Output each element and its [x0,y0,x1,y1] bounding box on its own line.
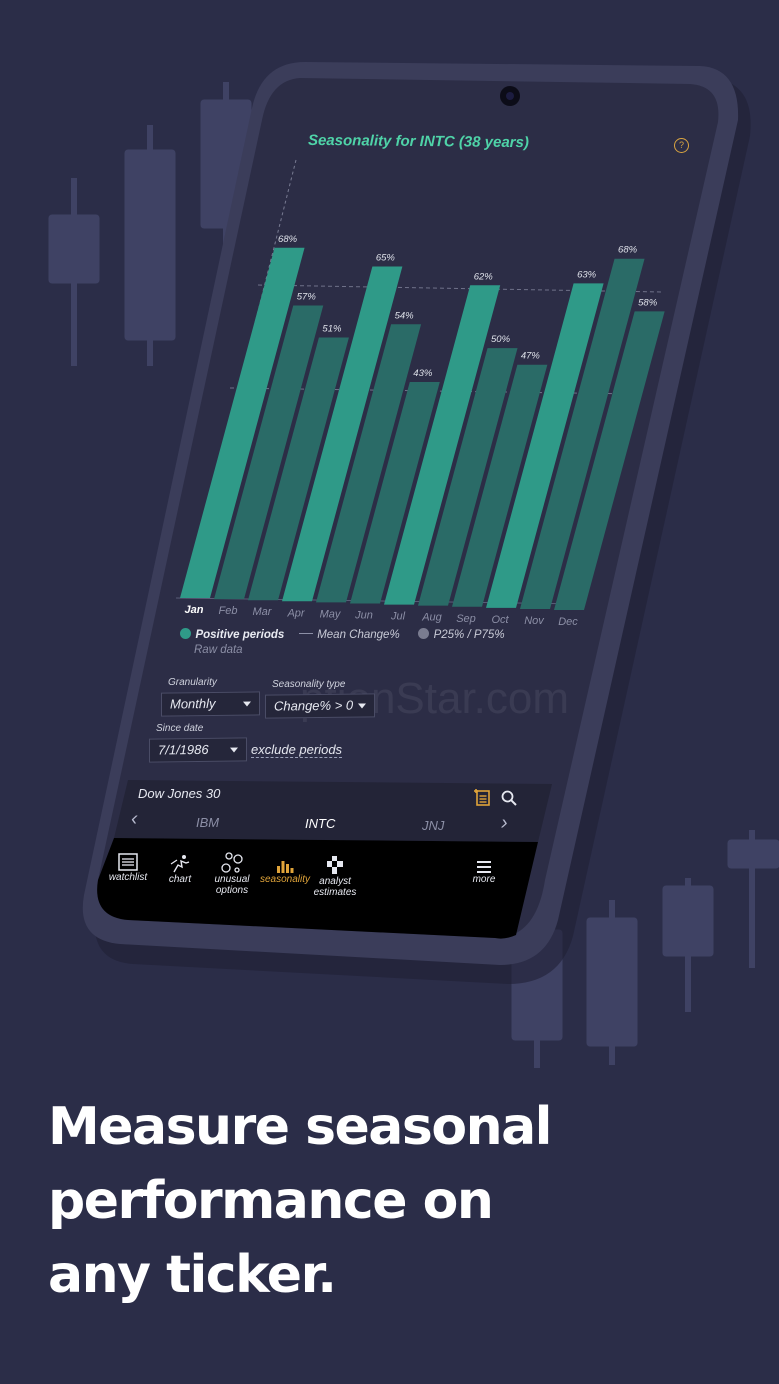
hamburger-icon [475,860,493,874]
list-icon [117,852,139,872]
nav-label: watchlist [108,872,148,883]
nav-analyst-estimates[interactable]: analyst estimates [309,854,361,898]
next-ticker-button[interactable]: › [501,812,508,835]
watchlist-name[interactable]: Dow Jones 30 [138,786,220,801]
chart-runner-icon [168,854,192,874]
bar-chart-icon [274,856,296,874]
nav-label: more [472,874,496,885]
nav-label: seasonality [259,874,311,885]
nav-watchlist[interactable]: watchlist [104,852,152,883]
bubbles-icon [220,852,244,874]
prev-ticker-button[interactable]: ‹ [131,808,138,831]
nav-seasonality[interactable]: seasonality [257,856,313,885]
headline-line-2: performance on [48,1171,494,1231]
checker-flag-icon [324,854,346,876]
headline-line-3: any ticker. [48,1245,337,1305]
watchlist-bar-bg [97,780,552,939]
nav-label: unusual options [214,874,250,896]
marketing-headline: Measure seasonal performance on any tick… [48,1090,748,1312]
nav-unusual-options[interactable]: unusual options [206,852,258,896]
headline-line-1: Measure seasonal [48,1097,553,1157]
nav-label: analyst estimates [313,876,357,898]
nav-label: chart [168,874,192,885]
search-icon[interactable] [501,790,517,806]
nav-chart[interactable]: chart [160,854,200,885]
nav-more[interactable]: more [466,860,502,885]
ticker-ibm[interactable]: IBM [196,815,219,830]
ticker-jnj[interactable]: JNJ [422,818,444,833]
add-to-list-icon[interactable] [473,788,491,806]
ticker-intc[interactable]: INTC [305,816,335,831]
